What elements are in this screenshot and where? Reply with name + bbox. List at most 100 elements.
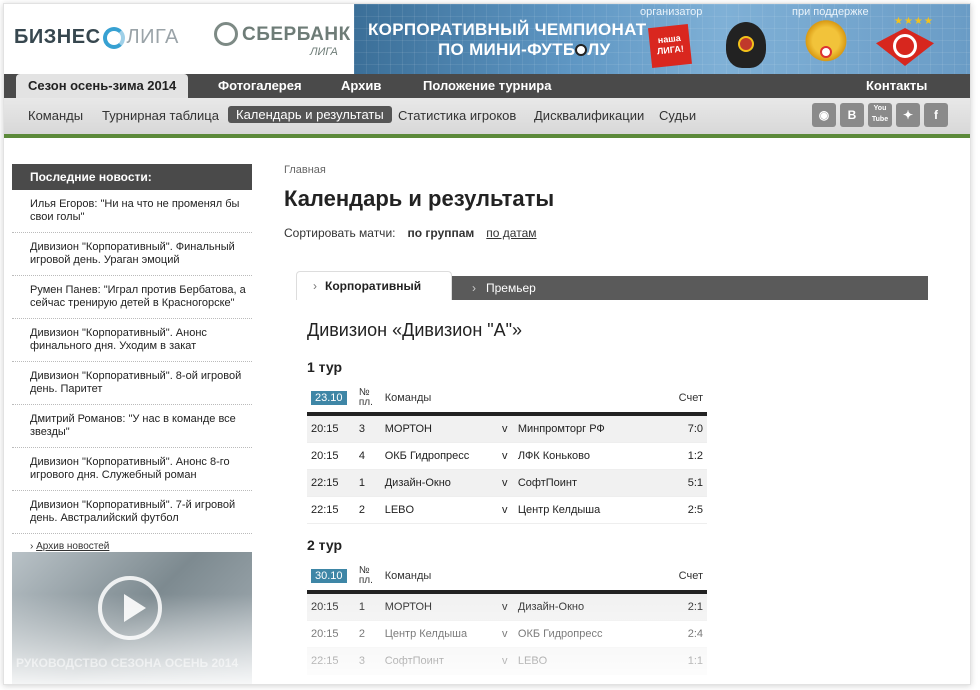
news-item[interactable]: Дивизион "Корпоративный". 7-й игровой де… bbox=[12, 491, 252, 534]
away-team[interactable]: СофтПоинт bbox=[516, 469, 678, 497]
match-score[interactable]: 1:1 bbox=[677, 647, 707, 675]
table-row[interactable]: 20:15 2 Центр Келдыша v ОКБ Гидропресс 2… bbox=[307, 620, 707, 648]
support-label: при поддержке bbox=[792, 6, 869, 18]
news-list: Илья Егоров: "Ни на что не променял бы с… bbox=[12, 190, 252, 534]
subnav-calendar-results[interactable]: Календарь и результаты bbox=[228, 106, 392, 123]
match-score[interactable]: 1:2 bbox=[677, 442, 707, 470]
match-time: 22:15 bbox=[307, 647, 358, 675]
subnav-teams[interactable]: Команды bbox=[28, 108, 83, 123]
home-team[interactable]: Дизайн-Окно bbox=[383, 469, 501, 497]
schedule-table: 30.10 № пл. Команды Счет 20:15 1 МОРТОН … bbox=[307, 562, 707, 675]
home-team[interactable]: LEBO bbox=[383, 496, 501, 524]
home-team[interactable]: МОРТОН bbox=[383, 592, 501, 621]
table-row[interactable]: 22:15 1 Дизайн-Окно v СофтПоинт 5:1 bbox=[307, 469, 707, 497]
nav-standings[interactable]: Положение турнира bbox=[423, 74, 551, 98]
sberbank-logo[interactable]: СБЕРБАНК ЛИГА bbox=[210, 14, 360, 70]
away-team[interactable]: ОКБ Гидропресс bbox=[516, 620, 678, 648]
match-field: 1 bbox=[357, 592, 384, 621]
instagram-icon[interactable]: ◉ bbox=[812, 103, 836, 127]
home-team[interactable]: МОРТОН bbox=[383, 414, 501, 443]
news-archive-link[interactable]: Архив новостей bbox=[36, 541, 109, 552]
away-team[interactable]: Центр Келдыша bbox=[516, 496, 678, 524]
nasha-liga-logo[interactable]: наша ЛИГА! bbox=[648, 24, 692, 68]
match-time: 20:15 bbox=[307, 620, 358, 648]
sort-controls: Сортировать матчи: по группам по датам bbox=[284, 226, 537, 240]
sponsor-sub: ЛИГА bbox=[310, 46, 338, 58]
table-row[interactable]: 20:15 4 ОКБ Гидропресс v ЛФК Коньково 1:… bbox=[307, 442, 707, 470]
news-item[interactable]: Дивизион "Корпоративный". 8-ой игровой д… bbox=[12, 362, 252, 405]
banner-line2-part2: ЛУ bbox=[587, 40, 611, 59]
football-icon bbox=[575, 44, 588, 56]
match-time: 20:15 bbox=[307, 414, 358, 443]
twitter-icon[interactable]: ✦ bbox=[896, 103, 920, 127]
match-score[interactable]: 7:0 bbox=[677, 414, 707, 443]
sort-by-groups[interactable]: по группам bbox=[407, 226, 474, 240]
biznes-liga-logo[interactable]: БИЗНЕС ЛИГА bbox=[14, 26, 179, 49]
match-field: 3 bbox=[357, 647, 384, 675]
banner-line2-part1: ПО МИНИ-ФУТБ bbox=[438, 40, 576, 59]
table-row[interactable]: 20:15 1 МОРТОН v Дизайн-Окно 2:1 bbox=[307, 592, 707, 621]
nav-photo-gallery[interactable]: Фотогалерея bbox=[218, 74, 302, 98]
table-row[interactable]: 22:15 2 LEBO v Центр Келдыша 2:5 bbox=[307, 496, 707, 524]
away-team[interactable]: Минпромторг РФ bbox=[516, 414, 678, 443]
play-icon[interactable] bbox=[98, 576, 162, 640]
round-title: 1 тур bbox=[307, 359, 343, 375]
match-field: 3 bbox=[357, 414, 384, 443]
news-item[interactable]: Илья Егоров: "Ни на что не променял бы с… bbox=[12, 190, 252, 233]
versus: v bbox=[501, 620, 517, 648]
sberbank-mark-icon bbox=[214, 22, 238, 46]
versus: v bbox=[500, 469, 517, 497]
match-score[interactable]: 5:1 bbox=[677, 469, 707, 497]
tab-corporate[interactable]: › Корпоративный bbox=[296, 271, 452, 300]
facebook-icon[interactable]: f bbox=[924, 103, 948, 127]
news-item[interactable]: Дивизион "Корпоративный". Анонс финально… bbox=[12, 319, 252, 362]
versus: v bbox=[500, 414, 517, 443]
vk-icon[interactable]: В bbox=[840, 103, 864, 127]
versus: v bbox=[501, 647, 517, 675]
coat-of-arms-icon[interactable] bbox=[726, 22, 766, 68]
date-cell: 23.10 bbox=[307, 384, 358, 416]
archive-link-wrap: › Архив новостей bbox=[30, 541, 110, 552]
date-cell: 30.10 bbox=[307, 562, 358, 594]
nav-archive[interactable]: Архив bbox=[341, 74, 381, 98]
match-time: 20:15 bbox=[307, 592, 358, 621]
home-team[interactable]: Центр Келдыша bbox=[383, 620, 501, 648]
nav-season[interactable]: Сезон осень-зима 2014 bbox=[16, 74, 189, 98]
news-item[interactable]: Дивизион "Корпоративный". Анонс 8-го игр… bbox=[12, 448, 252, 491]
logo-ring-icon bbox=[102, 27, 125, 49]
news-item[interactable]: Румен Панев: "Играл против Бербатова, а … bbox=[12, 276, 252, 319]
match-field: 2 bbox=[357, 496, 384, 524]
subnav-disqualifications[interactable]: Дисквалификации bbox=[534, 108, 644, 123]
division-tabs: › Корпоративный › Премьер bbox=[296, 271, 928, 300]
col-score-header: Счет bbox=[677, 384, 707, 416]
match-score[interactable]: 2:1 bbox=[677, 592, 707, 621]
banner-title-line2: ПО МИНИ-ФУТБ ЛУ bbox=[438, 40, 610, 60]
away-team[interactable]: ЛФК Коньково bbox=[516, 442, 678, 470]
tab-premier-label: Премьер bbox=[486, 281, 536, 295]
match-score[interactable]: 2:5 bbox=[677, 496, 707, 524]
match-score[interactable]: 2:4 bbox=[677, 620, 707, 648]
versus: v bbox=[501, 592, 517, 621]
match-time: 20:15 bbox=[307, 442, 358, 470]
subnav-player-stats[interactable]: Статистика игроков bbox=[398, 108, 516, 123]
rfs-emblem-icon[interactable] bbox=[804, 20, 848, 66]
breadcrumb[interactable]: Главная bbox=[284, 164, 326, 176]
table-row[interactable]: 22:15 3 СофтПоинт v LEBO 1:1 bbox=[307, 647, 707, 675]
tab-premier[interactable]: › Премьер bbox=[472, 276, 536, 300]
news-item[interactable]: Дмитрий Романов: "У нас в команде все зв… bbox=[12, 405, 252, 448]
subnav-referees[interactable]: Судьи bbox=[659, 108, 696, 123]
table-row[interactable]: 20:15 3 МОРТОН v Минпромторг РФ 7:0 bbox=[307, 414, 707, 443]
video-thumbnail[interactable]: РУКОВОДСТВО СЕЗОНА ОСЕНЬ 2014 bbox=[12, 552, 252, 684]
away-team[interactable]: Дизайн-Окно bbox=[516, 592, 678, 621]
nav-contacts[interactable]: Контакты bbox=[866, 74, 927, 98]
subnav-standings-table[interactable]: Турнирная таблица bbox=[102, 108, 219, 123]
news-item[interactable]: Дивизион "Корпоративный". Финальный игро… bbox=[12, 233, 252, 276]
versus: v bbox=[500, 442, 517, 470]
home-team[interactable]: СофтПоинт bbox=[383, 647, 501, 675]
home-team[interactable]: ОКБ Гидропресс bbox=[383, 442, 501, 470]
round-title: 2 тур bbox=[307, 537, 343, 553]
youtube-icon[interactable]: You Tube bbox=[868, 103, 892, 127]
col-num-header: № пл. bbox=[357, 384, 384, 416]
away-team[interactable]: LEBO bbox=[516, 647, 678, 675]
sort-by-dates-link[interactable]: по датам bbox=[486, 226, 536, 240]
